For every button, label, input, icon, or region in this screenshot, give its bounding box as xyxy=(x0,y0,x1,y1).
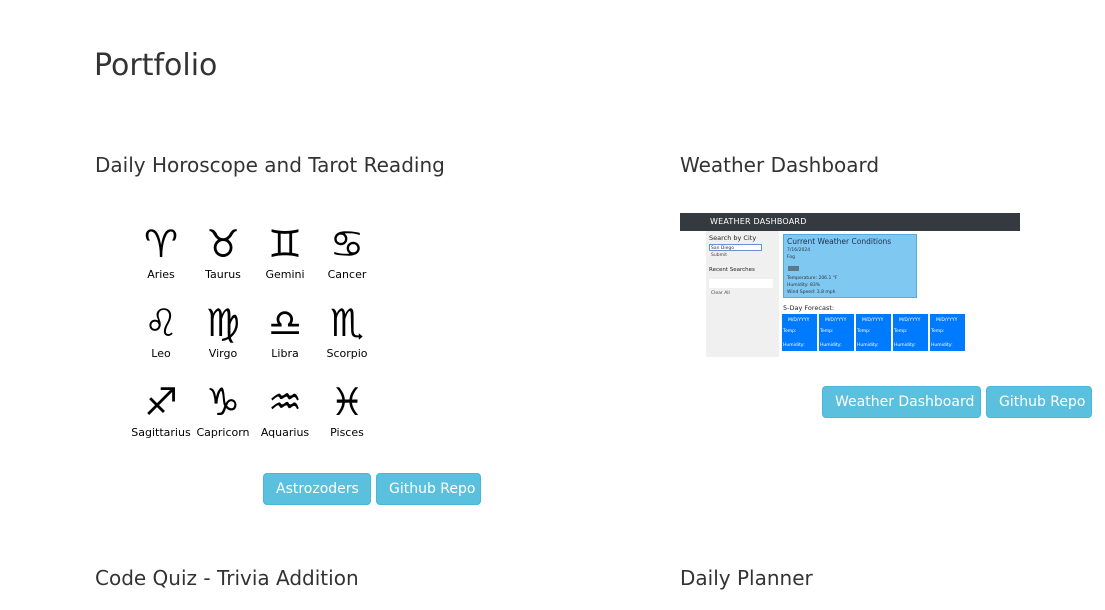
zodiac-cell: ♓ Pisces xyxy=(316,380,378,459)
zodiac-cell: ♊ Gemini xyxy=(254,222,316,301)
forecast-date: M/D/YYYY xyxy=(899,318,921,323)
forecast-date: M/D/YYYY xyxy=(862,318,884,323)
forecast-card: M/D/YYYY Temp: Humidity: xyxy=(893,314,928,351)
thumb-search-input: San Diego xyxy=(709,244,762,251)
zodiac-cell: ♌ Leo xyxy=(130,301,192,380)
scorpio-icon: ♏ xyxy=(329,301,365,345)
project-title-code-quiz: Code Quiz - Trivia Addition xyxy=(95,566,359,590)
forecast-temp: Temp: xyxy=(783,329,797,334)
zodiac-cell: ♋ Cancer xyxy=(316,222,378,301)
forecast-temp: Temp: xyxy=(857,329,871,334)
thumb-current-title: Current Weather Conditions xyxy=(787,237,892,246)
astrozoders-button[interactable]: Astrozoders xyxy=(263,473,371,505)
thumb-current-date: 7/16/2024 xyxy=(787,248,811,253)
thumb-forecast-row: M/D/YYYY Temp: Humidity: M/D/YYYY Temp: Humi… xyxy=(782,314,967,351)
thumb-submit: Submit xyxy=(711,253,727,258)
forecast-date: M/D/YYYY xyxy=(788,318,810,323)
libra-icon: ♎ xyxy=(267,301,303,345)
weather-icon xyxy=(788,266,799,271)
weather-github-repo-button[interactable]: Github Repo xyxy=(986,386,1092,418)
thumb-humidity: Humidity: 83% xyxy=(787,283,821,288)
cancer-icon: ♋ xyxy=(329,222,365,266)
zodiac-cell: ♑ Capricorn xyxy=(192,380,254,459)
zodiac-label: Aquarius xyxy=(260,426,310,439)
forecast-date: M/D/YYYY xyxy=(825,318,847,323)
virgo-icon: ♍ xyxy=(205,301,241,345)
forecast-humidity: Humidity: xyxy=(931,343,953,348)
zodiac-cell: ♍ Virgo xyxy=(192,301,254,380)
forecast-card: M/D/YYYY Temp: Humidity: xyxy=(856,314,891,351)
thumb-forecast-title: 5-Day Forecast: xyxy=(783,304,835,312)
zodiac-label: Pisces xyxy=(330,426,364,439)
capricorn-icon: ♑ xyxy=(205,380,241,424)
pisces-icon: ♓ xyxy=(329,380,365,424)
project-title-daily-planner: Daily Planner xyxy=(680,566,813,590)
forecast-temp: Temp: xyxy=(931,329,945,334)
zodiac-cell: ♉ Taurus xyxy=(192,222,254,301)
weather-dashboard-screenshot: WEATHER DASHBOARD Search by City San Die… xyxy=(680,213,1020,363)
forecast-temp: Temp: xyxy=(820,329,834,334)
aries-icon: ♈ xyxy=(143,222,179,266)
taurus-icon: ♉ xyxy=(205,222,241,266)
thumb-recent-label: Recent Searches xyxy=(709,267,755,273)
thumb-recent-box xyxy=(709,279,773,288)
leo-icon: ♌ xyxy=(143,301,179,345)
zodiac-label: Capricorn xyxy=(196,426,250,439)
thumb-sidebar: Search by City San Diego Submit Recent S… xyxy=(706,231,779,357)
zodiac-label: Cancer xyxy=(327,268,367,281)
zodiac-label: Gemini xyxy=(265,268,305,281)
thumb-search-label: Search by City xyxy=(709,234,757,242)
forecast-temp: Temp: xyxy=(894,329,908,334)
zodiac-label: Scorpio xyxy=(326,347,368,360)
page-title: Portfolio xyxy=(94,48,218,83)
project-title-weather: Weather Dashboard xyxy=(680,153,880,177)
gemini-icon: ♊ xyxy=(267,222,303,266)
zodiac-label: Sagittarius xyxy=(131,426,191,439)
thumb-temperature: Temperature: 206.1 °F xyxy=(787,276,838,281)
zodiac-label: Leo xyxy=(151,347,171,360)
horoscope-github-repo-button[interactable]: Github Repo xyxy=(376,473,481,505)
forecast-humidity: Humidity: xyxy=(857,343,879,348)
forecast-card: M/D/YYYY Temp: Humidity: xyxy=(819,314,854,351)
forecast-date: M/D/YYYY xyxy=(936,318,958,323)
zodiac-cell: ♐ Sagittarius xyxy=(130,380,192,459)
zodiac-label: Virgo xyxy=(208,347,238,360)
aquarius-icon: ♒ xyxy=(267,380,303,424)
zodiac-label: Aries xyxy=(147,268,175,281)
forecast-humidity: Humidity: xyxy=(820,343,842,348)
thumb-current-weather: Current Weather Conditions 7/16/2024 Fog… xyxy=(783,234,917,298)
forecast-humidity: Humidity: xyxy=(894,343,916,348)
zodiac-cell: ♈ Aries xyxy=(130,222,192,301)
forecast-card: M/D/YYYY Temp: Humidity: xyxy=(782,314,817,351)
zodiac-label: Libra xyxy=(271,347,299,360)
thumb-current-condition: Fog xyxy=(787,255,796,260)
zodiac-cell: ♏ Scorpio xyxy=(316,301,378,380)
forecast-card: M/D/YYYY Temp: Humidity: xyxy=(930,314,965,351)
thumb-wind: Wind Speed: 3.8 mph xyxy=(787,290,836,295)
weather-dashboard-button[interactable]: Weather Dashboard xyxy=(822,386,981,418)
zodiac-cell: ♒ Aquarius xyxy=(254,380,316,459)
thumb-header: WEATHER DASHBOARD xyxy=(680,213,1020,231)
thumb-clear: Clear All xyxy=(711,291,730,296)
project-title-horoscope: Daily Horoscope and Tarot Reading xyxy=(95,153,445,177)
zodiac-image: ♈ Aries ♉ Taurus ♊ Gemini ♋ Cancer ♌ Leo ♍ Vir… xyxy=(130,222,378,459)
sagittarius-icon: ♐ xyxy=(143,380,179,424)
zodiac-cell: ♎ Libra xyxy=(254,301,316,380)
forecast-humidity: Humidity: xyxy=(783,343,805,348)
zodiac-label: Taurus xyxy=(205,268,241,281)
